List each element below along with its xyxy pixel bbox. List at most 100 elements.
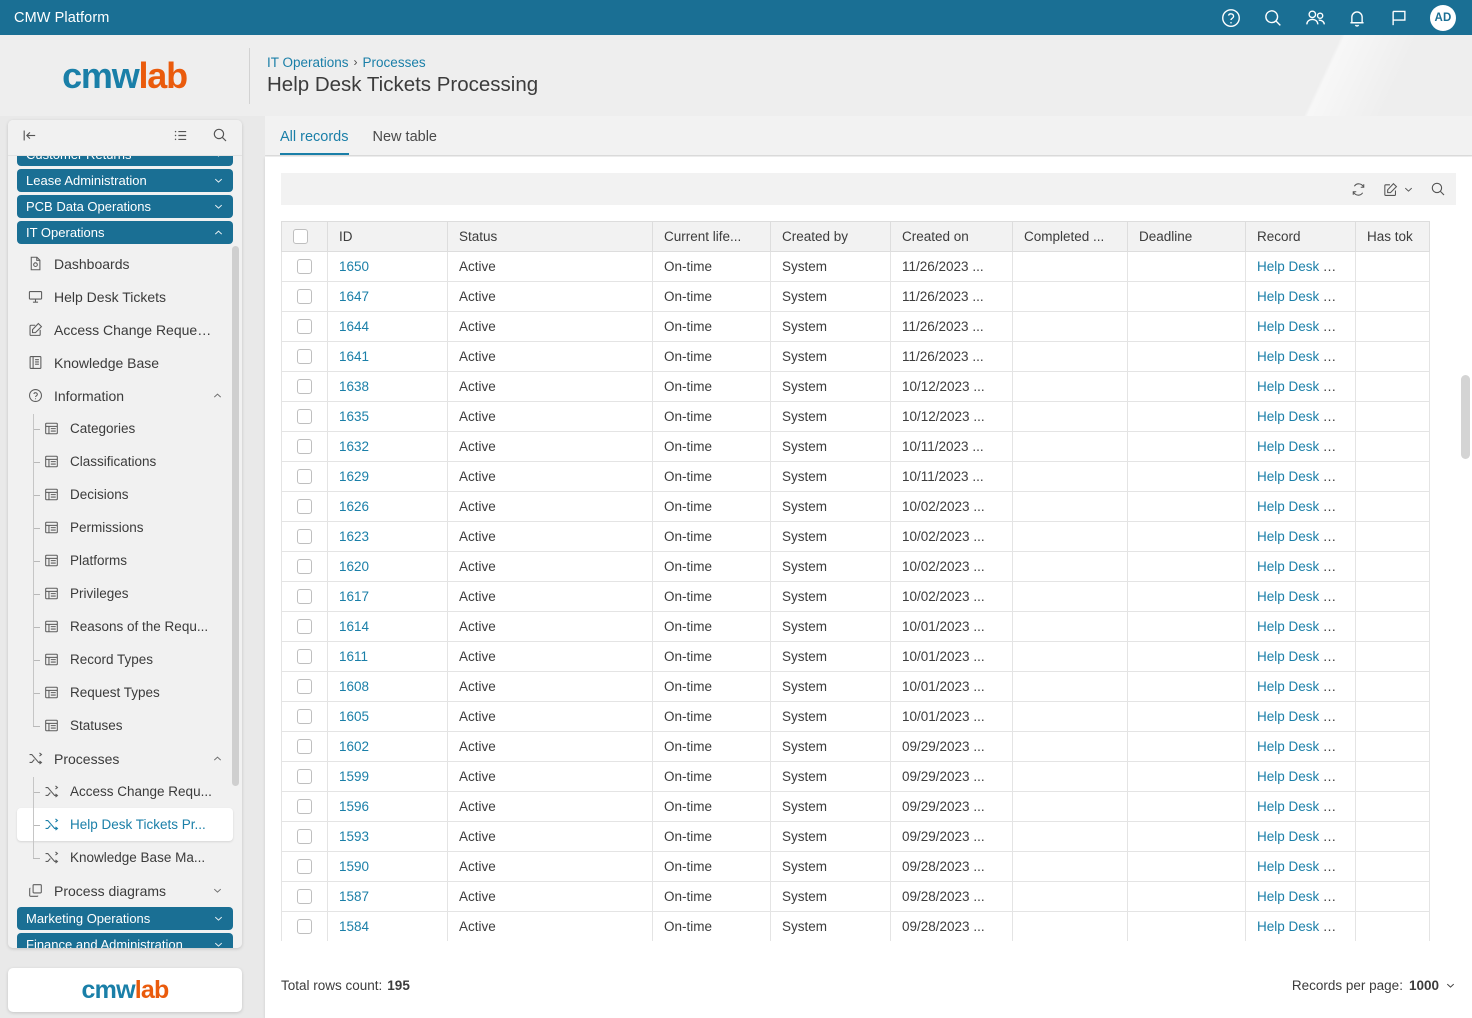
- column-header-lifecycle[interactable]: Current life...: [652, 221, 771, 252]
- refresh-icon[interactable]: [1350, 181, 1367, 198]
- record-link[interactable]: Help Desk Ti...: [1257, 349, 1345, 364]
- cell-record[interactable]: Help Desk Ti...: [1245, 461, 1356, 492]
- cell-record[interactable]: Help Desk Ti...: [1245, 371, 1356, 402]
- table-row[interactable]: 1614 Active On-time System 10/01/2023 ... Hel…: [281, 611, 1430, 642]
- record-link[interactable]: Help Desk Ti...: [1257, 439, 1345, 454]
- table-row[interactable]: 1608 Active On-time System 10/01/2023 ... Hel…: [281, 671, 1430, 702]
- record-id-link[interactable]: 1629: [339, 469, 369, 484]
- cell-record[interactable]: Help Desk Ti...: [1245, 401, 1356, 432]
- column-header-status[interactable]: Status: [447, 221, 653, 252]
- record-link[interactable]: Help Desk Ti...: [1257, 469, 1345, 484]
- record-link[interactable]: Help Desk Ti...: [1257, 619, 1345, 634]
- record-id-link[interactable]: 1605: [339, 709, 369, 724]
- table-row[interactable]: 1650 Active On-time System 11/26/2023 ... Hel…: [281, 251, 1430, 282]
- sidebar-group-pcb-data-operations[interactable]: PCB Data Operations: [17, 195, 233, 218]
- record-link[interactable]: Help Desk Ti...: [1257, 799, 1345, 814]
- sidebar-item-classifications[interactable]: Classifications: [17, 445, 233, 478]
- row-checkbox[interactable]: [297, 739, 312, 755]
- record-link[interactable]: Help Desk Ti...: [1257, 919, 1345, 934]
- record-id-link[interactable]: 1638: [339, 379, 369, 394]
- row-checkbox[interactable]: [297, 409, 312, 425]
- bell-icon[interactable]: [1346, 7, 1368, 29]
- record-link[interactable]: Help Desk Ti...: [1257, 559, 1345, 574]
- record-id-link[interactable]: 1626: [339, 499, 369, 514]
- record-link[interactable]: Help Desk Ti...: [1257, 679, 1345, 694]
- sidebar-item-decisions[interactable]: Decisions: [17, 478, 233, 511]
- table-row[interactable]: 1593 Active On-time System 09/29/2023 ... Hel…: [281, 821, 1430, 852]
- record-id-link[interactable]: 1614: [339, 619, 369, 634]
- row-select-cell[interactable]: [281, 401, 328, 432]
- table-row[interactable]: 1599 Active On-time System 09/29/2023 ... Hel…: [281, 761, 1430, 792]
- sidebar-item-permissions[interactable]: Permissions: [17, 511, 233, 544]
- table-row[interactable]: 1641 Active On-time System 11/26/2023 ... Hel…: [281, 341, 1430, 372]
- row-select-cell[interactable]: [281, 701, 328, 732]
- row-select-cell[interactable]: [281, 731, 328, 762]
- record-id-link[interactable]: 1602: [339, 739, 369, 754]
- record-id-link[interactable]: 1635: [339, 409, 369, 424]
- cell-record[interactable]: Help Desk Ti...: [1245, 581, 1356, 612]
- sidebar-item-record-types[interactable]: Record Types: [17, 643, 233, 676]
- cell-record[interactable]: Help Desk Ti...: [1245, 431, 1356, 462]
- row-checkbox[interactable]: [297, 529, 312, 545]
- cell-id[interactable]: 1584: [327, 911, 448, 941]
- sidebar-item-access-change-requests[interactable]: Access Change Requests: [17, 313, 233, 346]
- sidebar-group-marketing-operations[interactable]: Marketing Operations: [17, 907, 233, 930]
- cell-id[interactable]: 1635: [327, 401, 448, 432]
- sidebar-item-request-types[interactable]: Request Types: [17, 676, 233, 709]
- cell-id[interactable]: 1608: [327, 671, 448, 702]
- record-link[interactable]: Help Desk Ti...: [1257, 409, 1345, 424]
- row-checkbox[interactable]: [297, 439, 312, 455]
- table-row[interactable]: 1623 Active On-time System 10/02/2023 ... Hel…: [281, 521, 1430, 552]
- record-link[interactable]: Help Desk Ti...: [1257, 829, 1345, 844]
- row-checkbox[interactable]: [297, 649, 312, 665]
- record-id-link[interactable]: 1599: [339, 769, 369, 784]
- row-checkbox[interactable]: [297, 919, 312, 935]
- cell-record[interactable]: Help Desk Ti...: [1245, 251, 1356, 282]
- row-select-cell[interactable]: [281, 911, 328, 941]
- row-select-cell[interactable]: [281, 431, 328, 462]
- sidebar-item-platforms[interactable]: Platforms: [17, 544, 233, 577]
- row-checkbox[interactable]: [297, 619, 312, 635]
- cell-id[interactable]: 1647: [327, 281, 448, 312]
- sidebar-group-customer-returns[interactable]: Customer Returns: [17, 156, 233, 166]
- record-id-link[interactable]: 1608: [339, 679, 369, 694]
- sidebar-item-reasons-of-the-requ[interactable]: Reasons of the Requ...: [17, 610, 233, 643]
- table-row[interactable]: 1638 Active On-time System 10/12/2023 ... Hel…: [281, 371, 1430, 402]
- cell-id[interactable]: 1623: [327, 521, 448, 552]
- row-select-cell[interactable]: [281, 851, 328, 882]
- cell-id[interactable]: 1629: [327, 461, 448, 492]
- row-select-cell[interactable]: [281, 281, 328, 312]
- row-select-cell[interactable]: [281, 371, 328, 402]
- row-select-cell[interactable]: [281, 881, 328, 912]
- sidebar-group-finance-and-administration[interactable]: Finance and Administration: [17, 933, 233, 948]
- table-row[interactable]: 1626 Active On-time System 10/02/2023 ... Hel…: [281, 491, 1430, 522]
- column-header-completed[interactable]: Completed ...: [1012, 221, 1128, 252]
- sidebar-item-information[interactable]: Information: [17, 379, 233, 412]
- record-id-link[interactable]: 1647: [339, 289, 369, 304]
- record-id-link[interactable]: 1593: [339, 829, 369, 844]
- table-row[interactable]: 1620 Active On-time System 10/02/2023 ... Hel…: [281, 551, 1430, 582]
- cell-id[interactable]: 1611: [327, 641, 448, 672]
- record-link[interactable]: Help Desk Ti...: [1257, 859, 1345, 874]
- sidebar-item-processes[interactable]: Processes: [17, 742, 233, 775]
- cell-record[interactable]: Help Desk Ti...: [1245, 551, 1356, 582]
- cell-record[interactable]: Help Desk Ti...: [1245, 851, 1356, 882]
- row-checkbox[interactable]: [297, 259, 312, 275]
- cell-id[interactable]: 1590: [327, 851, 448, 882]
- table-row[interactable]: 1587 Active On-time System 09/28/2023 ... Hel…: [281, 881, 1430, 912]
- sidebar-item-process-diagrams[interactable]: Process diagrams: [17, 874, 233, 907]
- search-icon[interactable]: [1262, 7, 1284, 29]
- row-checkbox[interactable]: [297, 859, 312, 875]
- row-checkbox[interactable]: [297, 289, 312, 305]
- record-link[interactable]: Help Desk Ti...: [1257, 499, 1345, 514]
- row-checkbox[interactable]: [297, 769, 312, 785]
- sidebar-item-categories[interactable]: Categories: [17, 412, 233, 445]
- row-checkbox[interactable]: [297, 829, 312, 845]
- sidebar-group-it-operations[interactable]: IT Operations: [17, 221, 233, 244]
- record-id-link[interactable]: 1596: [339, 799, 369, 814]
- collapse-left-icon[interactable]: [21, 127, 38, 149]
- row-checkbox[interactable]: [297, 349, 312, 365]
- row-select-cell[interactable]: [281, 521, 328, 552]
- record-id-link[interactable]: 1632: [339, 439, 369, 454]
- sidebar-item-knowledge-base[interactable]: Knowledge Base: [17, 346, 233, 379]
